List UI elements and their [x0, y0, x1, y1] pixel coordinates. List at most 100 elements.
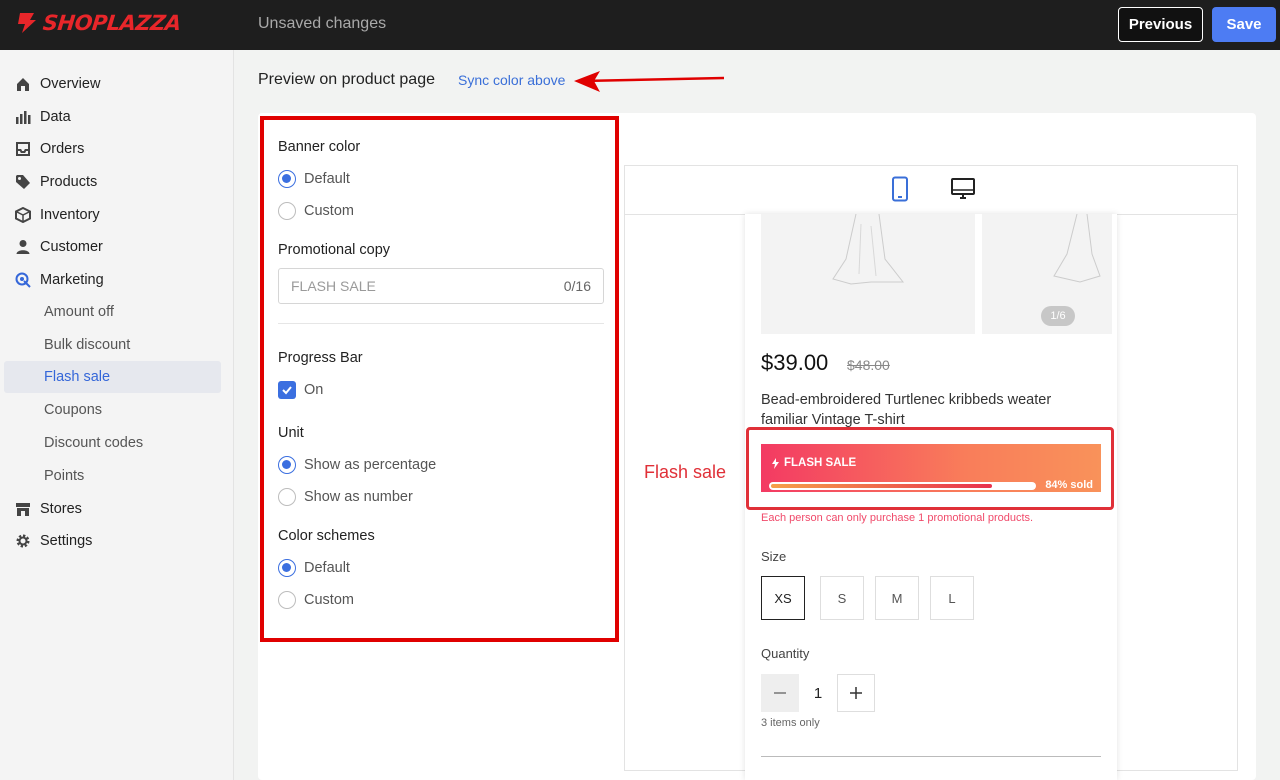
divider	[278, 323, 604, 324]
bar-chart-icon	[15, 109, 31, 125]
color-schemes-default-radio[interactable]: Default	[278, 558, 350, 578]
checkmark-icon	[282, 386, 292, 395]
radio-label: Default	[304, 171, 350, 187]
radio-selected	[278, 456, 296, 474]
logo[interactable]: SHOPLAZZA	[16, 11, 183, 35]
sidebar-item-label: Stores	[40, 501, 82, 517]
promotional-copy-label: Promotional copy	[278, 242, 391, 258]
dress-icon	[832, 214, 905, 285]
box-icon	[15, 207, 31, 223]
marketing-icon	[15, 272, 31, 288]
sidebar-item-label: Customer	[40, 239, 103, 255]
product-image[interactable]	[761, 214, 975, 334]
size-label: Size	[761, 549, 787, 564]
banner-color-default-radio[interactable]: Default	[278, 169, 350, 189]
quantity-decrement-button[interactable]	[761, 674, 799, 712]
radio-label: Show as percentage	[304, 457, 437, 473]
previous-button[interactable]: Previous	[1118, 7, 1203, 42]
sidebar-item-label: Inventory	[40, 207, 100, 223]
sidebar-sub-bulk-discount[interactable]: Bulk discount	[4, 329, 221, 361]
gear-icon	[15, 533, 31, 549]
sidebar-item-overview[interactable]: Overview	[0, 70, 234, 98]
sidebar-item-label: Data	[40, 109, 71, 125]
minus-icon	[774, 692, 786, 694]
sidebar-sub-flash-sale[interactable]: Flash sale	[4, 361, 221, 393]
radio-label: Custom	[304, 203, 354, 219]
promotional-copy-input[interactable]: FLASH SALE 0/16	[278, 268, 604, 304]
sync-color-link[interactable]: Sync color above	[458, 72, 565, 88]
annotation-highlight-box	[746, 427, 1114, 510]
char-counter: 0/16	[563, 278, 591, 294]
sidebar-item-orders[interactable]: Orders	[0, 135, 234, 163]
input-placeholder: FLASH SALE	[291, 278, 376, 294]
sidebar-sub-discount-codes[interactable]: Discount codes	[4, 427, 221, 459]
sidebar-item-customer[interactable]: Customer	[0, 233, 234, 261]
device-toggle-bar	[625, 166, 1237, 215]
sidebar: Overview Data Orders Products Inventory …	[0, 50, 234, 780]
plus-icon	[850, 687, 862, 699]
sidebar-item-label: Marketing	[40, 272, 104, 288]
image-counter-badge: 1/6	[1041, 306, 1075, 326]
sidebar-item-inventory[interactable]: Inventory	[0, 201, 234, 229]
sidebar-sub-points[interactable]: Points	[4, 460, 221, 492]
radio-unselected	[278, 591, 296, 609]
sidebar-item-label: Settings	[40, 533, 93, 549]
progress-bar-label: Progress Bar	[278, 350, 363, 366]
divider	[761, 756, 1101, 757]
sidebar-sub-label: Points	[44, 468, 85, 484]
quantity-value[interactable]: 1	[799, 674, 837, 712]
logo-text: SHOPLAZZA	[41, 11, 183, 35]
home-icon	[15, 76, 31, 92]
product-price: $39.00	[761, 350, 829, 375]
radio-label: Show as number	[304, 489, 413, 505]
size-option-l[interactable]: L	[930, 576, 974, 620]
sidebar-item-data[interactable]: Data	[0, 103, 234, 131]
shoplazza-logo-icon	[18, 13, 36, 33]
radio-label: Default	[304, 560, 350, 576]
sidebar-sub-label: Bulk discount	[44, 337, 131, 353]
banner-color-custom-radio[interactable]: Custom	[278, 201, 354, 221]
progress-bar-checkbox[interactable]: On	[278, 380, 323, 400]
unit-number-radio[interactable]: Show as number	[278, 487, 413, 507]
color-schemes-label: Color schemes	[278, 528, 375, 544]
mobile-icon[interactable]	[891, 176, 909, 207]
quantity-increment-button[interactable]	[837, 674, 875, 712]
sidebar-sub-label: Amount off	[44, 304, 114, 320]
sidebar-item-products[interactable]: Products	[0, 168, 234, 196]
size-option-xs[interactable]: XS	[761, 576, 805, 620]
desktop-icon[interactable]	[950, 176, 976, 207]
flash-sale-settings-panel: Banner color Default Custom Promotional …	[260, 116, 619, 642]
checkbox-label: On	[304, 382, 324, 398]
preview-title: Preview on product page	[258, 71, 435, 88]
quantity-label: Quantity	[761, 646, 810, 661]
tag-icon	[15, 174, 31, 190]
person-icon	[15, 239, 31, 255]
size-option-m[interactable]: M	[875, 576, 919, 620]
radio-unselected	[278, 488, 296, 506]
radio-selected	[278, 170, 296, 188]
sidebar-item-stores[interactable]: Stores	[0, 495, 234, 523]
unit-percentage-radio[interactable]: Show as percentage	[278, 455, 436, 475]
product-title: Bead-embroidered Turtlenec kribbeds weat…	[761, 392, 1052, 428]
unit-label: Unit	[278, 425, 304, 441]
inbox-icon	[15, 141, 31, 157]
sidebar-item-label: Products	[40, 174, 98, 190]
radio-selected	[278, 559, 296, 577]
annotation-label: Flash sale	[644, 462, 727, 482]
sidebar-sub-label: Discount codes	[44, 435, 144, 451]
annotation-arrow	[574, 71, 725, 92]
unsaved-status: Unsaved changes	[258, 15, 387, 32]
sidebar-item-marketing[interactable]: Marketing	[0, 266, 234, 294]
sidebar-item-settings[interactable]: Settings	[0, 527, 234, 555]
sidebar-sub-coupons[interactable]: Coupons	[4, 394, 221, 426]
checkbox-checked	[278, 381, 296, 399]
sidebar-sub-amount-off[interactable]: Amount off	[4, 296, 221, 328]
color-schemes-custom-radio[interactable]: Custom	[278, 590, 354, 610]
save-button[interactable]: Save	[1212, 7, 1276, 42]
top-bar: SHOPLAZZA Unsaved changes Previous Save	[0, 0, 1280, 50]
sidebar-item-label: Orders	[40, 141, 85, 157]
radio-unselected	[278, 202, 296, 220]
purchase-limit-note: Each person can only purchase 1 promotio…	[761, 512, 1034, 524]
size-option-s[interactable]: S	[820, 576, 864, 620]
product-original-price: $48.00	[847, 357, 890, 373]
